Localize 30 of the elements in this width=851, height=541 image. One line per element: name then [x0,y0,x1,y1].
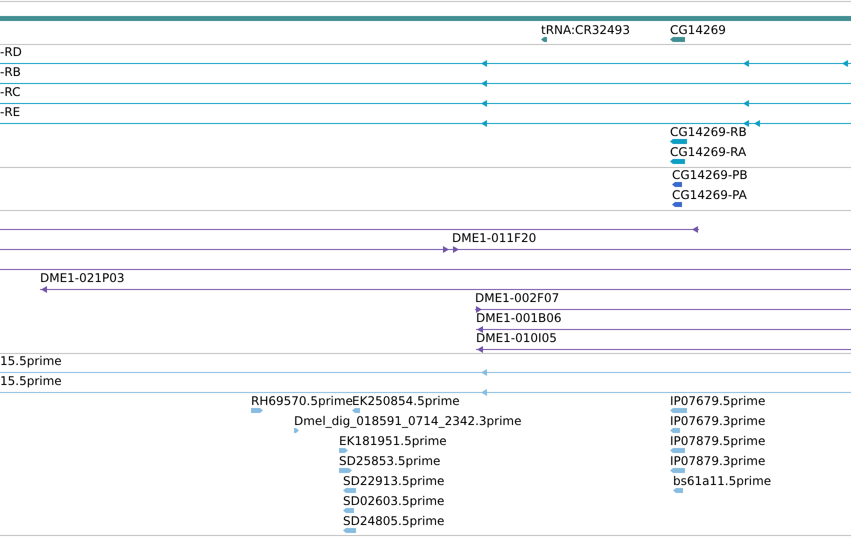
feature-label: -RE [0,105,20,119]
feature-label: 15.5prime [0,354,62,368]
feature-label: CG14269-RB [670,125,747,139]
feature-label: CG14269-PA [672,188,747,202]
feature-label: CG14269 [670,23,726,37]
feature-label: DME1-011F20 [452,231,536,245]
feature-label: IP07879.5prime [670,434,766,448]
feature-label: EK181951.5prime [339,434,447,448]
feature-label: IP07679.5prime [670,394,766,408]
feature-label: 15.5prime [0,374,62,388]
feature-label: RH69570.5prime [251,394,353,408]
feature-label: -RC [0,85,20,99]
feature-label: -RD [0,45,22,59]
feature-label: Dmel_dig_018591_0714_2342.3prime [294,414,522,428]
feature-label: DME1-001B06 [476,311,562,325]
feature-label: -RB [0,65,21,79]
feature-label: DME1-010I05 [476,331,557,345]
feature-label: CG14269-PB [672,168,748,182]
feature-label: SD02603.5prime [343,494,444,508]
feature-label: tRNA:CR32493 [541,23,630,37]
feature-label: IP07879.3prime [670,454,766,468]
feature-label: CG14269-RA [670,145,746,159]
feature-label: IP07679.3prime [670,414,766,428]
feature-label: bs61a11.5prime [673,474,772,488]
feature-label: DME1-002F07 [475,291,560,305]
feature-label: SD25853.5prime [339,454,440,468]
feature-label: DME1-021P03 [40,271,125,285]
feature-label: SD24805.5prime [343,514,444,528]
feature-label: SD22913.5prime [343,474,444,488]
feature-label: EK250854.5prime [352,394,460,408]
